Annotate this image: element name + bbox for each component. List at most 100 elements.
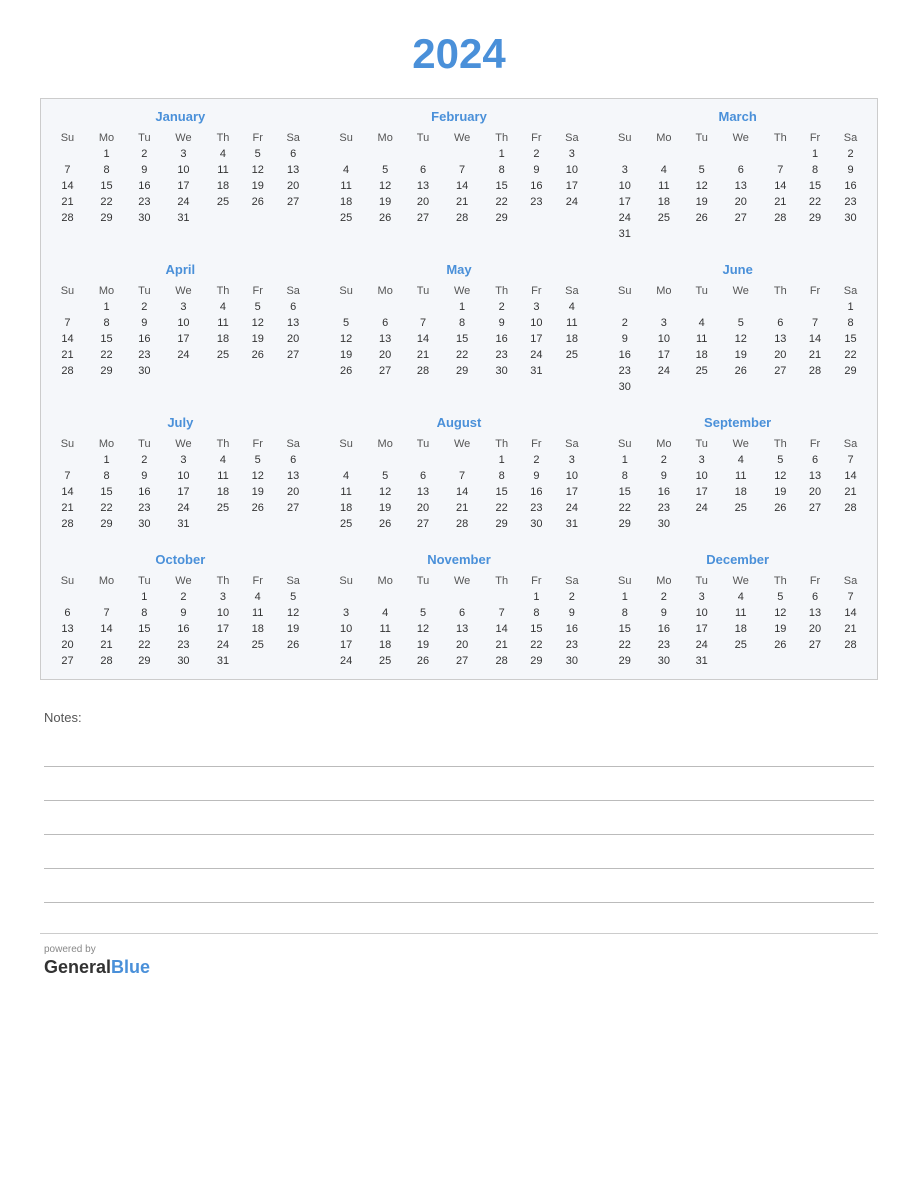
month-table: SuMoTuWeThFrSa12345678910111213141516171… (328, 573, 591, 669)
day-header: We (719, 436, 763, 452)
day-cell: 9 (606, 331, 643, 347)
day-cell: 5 (763, 589, 798, 605)
day-cell: 14 (440, 178, 484, 194)
day-cell (406, 146, 440, 162)
day-cell: 24 (643, 363, 684, 379)
day-cell: 26 (719, 363, 763, 379)
day-header: Sa (832, 283, 869, 299)
day-cell: 23 (553, 637, 590, 653)
day-cell: 21 (440, 500, 484, 516)
day-header: We (440, 436, 484, 452)
day-cell: 2 (553, 589, 590, 605)
day-cell: 12 (719, 331, 763, 347)
day-cell: 10 (684, 468, 718, 484)
week-row: 78910111213 (49, 468, 312, 484)
week-row: 891011121314 (606, 468, 869, 484)
day-header: Sa (832, 573, 869, 589)
day-cell: 30 (643, 516, 684, 532)
day-cell: 7 (832, 589, 869, 605)
day-cell: 9 (643, 605, 684, 621)
day-cell: 21 (484, 637, 519, 653)
day-cell: 4 (553, 299, 590, 315)
week-row: 2526272829 (328, 210, 591, 226)
day-cell: 20 (798, 621, 832, 637)
day-cell: 26 (241, 347, 275, 363)
day-cell (763, 379, 798, 395)
day-cell (763, 653, 798, 669)
day-cell: 2 (606, 315, 643, 331)
day-cell: 14 (798, 331, 832, 347)
month-name: August (328, 415, 591, 430)
week-row: 1234 (328, 299, 591, 315)
day-cell: 15 (86, 178, 127, 194)
day-header: Sa (553, 573, 590, 589)
day-header: Th (205, 130, 240, 146)
week-row: 11121314151617 (328, 178, 591, 194)
day-cell: 27 (365, 363, 406, 379)
day-cell: 2 (643, 452, 684, 468)
day-cell: 19 (241, 178, 275, 194)
day-cell: 22 (86, 347, 127, 363)
month-block-may: MaySuMoTuWeThFrSa12345678910111213141516… (320, 252, 599, 405)
day-cell: 1 (86, 452, 127, 468)
day-cell: 3 (162, 146, 206, 162)
day-cell: 7 (49, 468, 86, 484)
day-cell: 6 (719, 162, 763, 178)
day-cell: 19 (241, 484, 275, 500)
day-cell (798, 299, 832, 315)
day-cell: 31 (684, 653, 718, 669)
day-cell: 28 (484, 653, 519, 669)
day-header: Su (606, 436, 643, 452)
day-cell: 3 (162, 299, 206, 315)
day-header: Mo (365, 573, 406, 589)
day-cell: 28 (440, 516, 484, 532)
day-cell (798, 516, 832, 532)
day-header: Fr (798, 283, 832, 299)
day-cell: 26 (328, 363, 365, 379)
day-cell: 31 (553, 516, 590, 532)
notes-line[interactable] (44, 871, 874, 903)
day-cell: 11 (241, 605, 275, 621)
day-cell: 30 (606, 379, 643, 395)
month-block-february: FebruarySuMoTuWeThFrSa123456789101112131… (320, 99, 599, 252)
day-cell: 27 (763, 363, 798, 379)
day-cell: 27 (406, 516, 440, 532)
day-header: Su (328, 573, 365, 589)
day-cell: 22 (519, 637, 553, 653)
day-header: We (440, 573, 484, 589)
day-cell: 15 (484, 484, 519, 500)
day-header: Th (484, 573, 519, 589)
day-cell (832, 653, 869, 669)
day-header: Su (328, 283, 365, 299)
day-header: Mo (643, 573, 684, 589)
notes-line[interactable] (44, 735, 874, 767)
day-cell (643, 379, 684, 395)
day-cell: 8 (606, 468, 643, 484)
day-cell: 2 (127, 452, 161, 468)
notes-line[interactable] (44, 769, 874, 801)
day-cell: 17 (606, 194, 643, 210)
day-cell: 6 (275, 299, 312, 315)
day-cell: 11 (365, 621, 406, 637)
day-cell: 5 (365, 162, 406, 178)
day-header: Fr (241, 130, 275, 146)
day-cell: 4 (684, 315, 718, 331)
notes-line[interactable] (44, 803, 874, 835)
day-cell (763, 226, 798, 242)
day-cell: 25 (553, 347, 590, 363)
day-cell: 1 (519, 589, 553, 605)
day-header: Fr (519, 283, 553, 299)
day-cell: 17 (328, 637, 365, 653)
day-cell: 28 (49, 210, 86, 226)
notes-line[interactable] (44, 837, 874, 869)
day-cell: 2 (127, 146, 161, 162)
day-cell: 26 (763, 500, 798, 516)
day-cell (684, 379, 718, 395)
day-header: Fr (519, 436, 553, 452)
day-cell: 10 (328, 621, 365, 637)
day-cell: 1 (440, 299, 484, 315)
month-block-july: JulySuMoTuWeThFrSa1234567891011121314151… (41, 405, 320, 542)
day-header: Th (763, 573, 798, 589)
day-cell: 28 (49, 363, 86, 379)
day-cell: 23 (127, 194, 161, 210)
